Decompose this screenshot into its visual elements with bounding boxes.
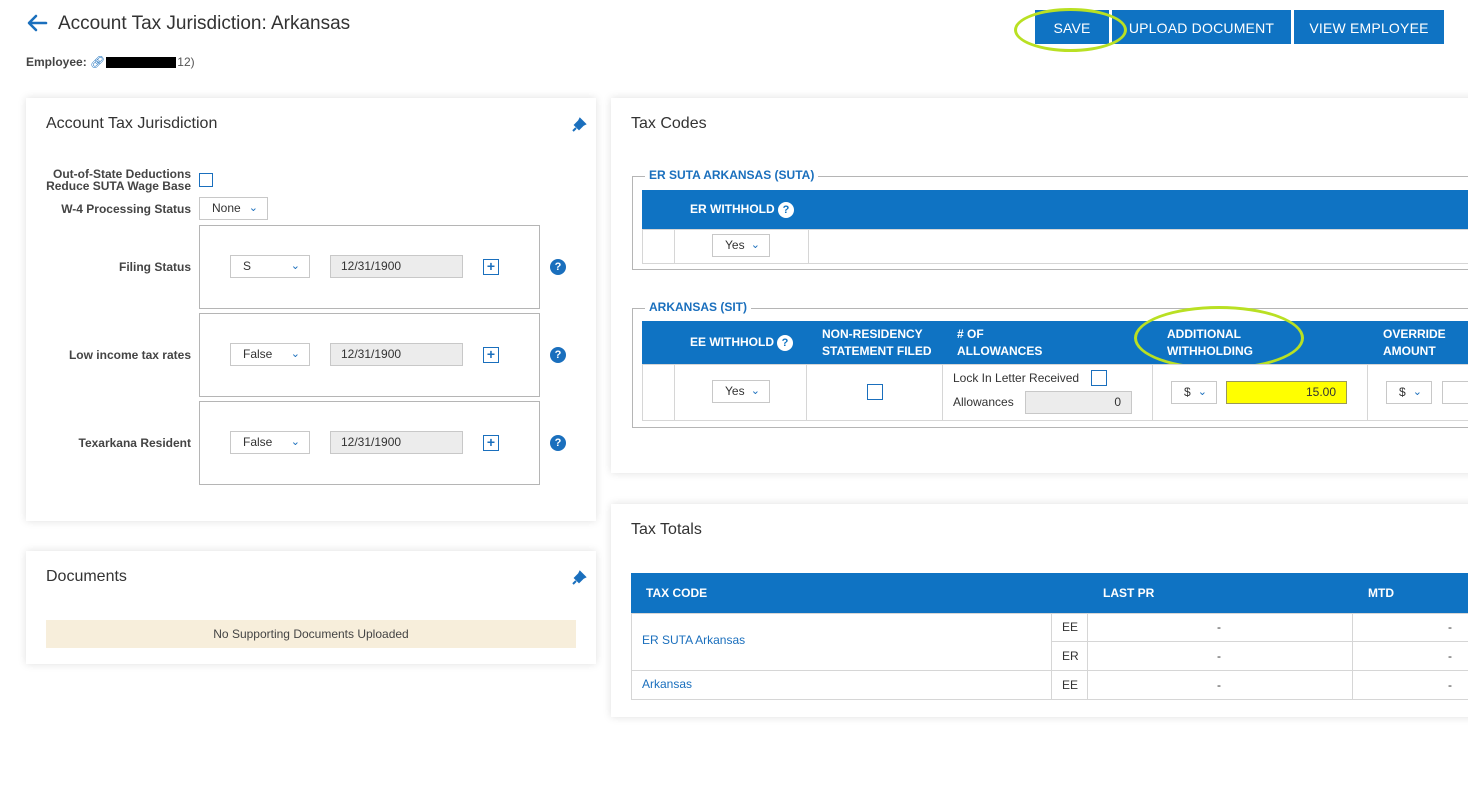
no-documents-notice: No Supporting Documents Uploaded (46, 620, 576, 648)
ee-withhold-select[interactable]: Yes ⌄ (712, 380, 770, 403)
chevron-down-icon: ⌄ (290, 348, 300, 360)
tax-code-link[interactable]: Arkansas (642, 677, 692, 691)
tax-code-link[interactable]: ER SUTA Arkansas (642, 633, 745, 647)
additional-withholding-input[interactable]: 15.00 (1226, 381, 1347, 404)
redacted-employee-name (106, 57, 177, 69)
mtd-value: - (1448, 649, 1452, 663)
add-icon[interactable]: + (483, 347, 499, 363)
link-icon: 🔗︎ (90, 55, 106, 69)
tax-totals-body (631, 613, 1468, 700)
help-icon[interactable]: ? (550, 347, 566, 363)
help-icon[interactable]: ? (550, 259, 566, 275)
totals-divider (1051, 613, 1052, 700)
help-icon[interactable]: ? (778, 202, 794, 218)
filing-status-date[interactable]: 12/31/1900 (330, 255, 463, 278)
filing-status-label: Filing Status (119, 260, 191, 274)
totals-divider (631, 670, 1468, 671)
chevron-down-icon: ⌄ (1197, 386, 1207, 398)
last-pr-value: - (1217, 649, 1221, 663)
mtd-value: - (1448, 678, 1452, 692)
save-button[interactable]: SAVE (1035, 10, 1109, 44)
tax-code-column-header: TAX CODE (646, 586, 708, 600)
help-icon[interactable]: ? (777, 335, 793, 351)
lock-in-letter-checkbox[interactable] (1091, 370, 1107, 386)
mtd-column-header: MTD (1368, 586, 1394, 600)
chevron-down-icon: ⌄ (290, 260, 300, 272)
allowances-label: Allowances (953, 395, 1014, 409)
chevron-down-icon: ⌄ (750, 239, 760, 251)
row-type: EE (1062, 620, 1079, 634)
sit-row-divider (806, 364, 807, 421)
sit-row-divider (942, 364, 943, 421)
out-of-state-checkbox[interactable] (199, 173, 213, 187)
back-arrow-icon[interactable] (26, 11, 48, 35)
documents-title: Documents (46, 568, 127, 585)
low-income-select[interactable]: False ⌄ (230, 343, 310, 366)
lock-in-letter-label: Lock In Letter Received (953, 371, 1080, 385)
add-icon[interactable]: + (483, 435, 499, 451)
collapse-icon[interactable] (570, 569, 588, 587)
upload-document-button[interactable]: UPLOAD DOCUMENT (1112, 10, 1291, 44)
suta-row-divider (674, 229, 675, 264)
out-of-state-label: Out-of-State Deductions Reduce SUTA Wage… (46, 167, 191, 193)
w4-status-label: W-4 Processing Status (61, 202, 191, 216)
filing-status-select[interactable]: S ⌄ (230, 255, 310, 278)
chevron-down-icon: ⌄ (248, 202, 258, 214)
sit-row-divider (1367, 364, 1368, 421)
totals-divider (1352, 613, 1353, 700)
sit-row-divider (1152, 364, 1153, 421)
override-type-select[interactable]: $ ⌄ (1386, 381, 1432, 404)
row-type: ER (1062, 649, 1079, 663)
totals-divider (1087, 613, 1088, 700)
chevron-down-icon: ⌄ (290, 436, 300, 448)
view-employee-button[interactable]: VIEW EMPLOYEE (1294, 10, 1444, 44)
tax-totals-title: Tax Totals (631, 521, 702, 538)
additional-withholding-header: ADDITIONAL WITHHOLDING (1167, 327, 1253, 358)
account-panel-title: Account Tax Jurisdiction (46, 115, 218, 132)
last-pr-column-header: LAST PR (1103, 586, 1155, 600)
er-withhold-select[interactable]: Yes ⌄ (712, 234, 770, 257)
low-income-label: Low income tax rates (68, 348, 191, 362)
chevron-down-icon: ⌄ (1412, 386, 1422, 398)
texarkana-select[interactable]: False ⌄ (230, 431, 310, 454)
employee-line: Employee: 🔗︎ 12) (26, 55, 195, 69)
row-type: EE (1062, 678, 1079, 692)
employee-label: Employee: (26, 55, 87, 69)
totals-divider (1051, 641, 1468, 642)
override-amount-header: OVERRIDE AMOUNT (1383, 327, 1446, 358)
sit-row-divider (674, 364, 675, 421)
chevron-down-icon: ⌄ (750, 385, 760, 397)
non-residency-header: NON-RESIDENCY STATEMENT FILED (822, 327, 932, 358)
override-amount-input[interactable] (1442, 381, 1468, 404)
tax-codes-title: Tax Codes (631, 115, 707, 132)
w4-status-select[interactable]: None ⌄ (199, 197, 268, 220)
allowances-input[interactable]: 0 (1025, 391, 1132, 414)
additional-type-select[interactable]: $ ⌄ (1171, 381, 1217, 404)
suta-row-divider (808, 229, 809, 264)
last-pr-value: - (1217, 678, 1221, 692)
last-pr-value: - (1217, 620, 1221, 634)
page-title: Account Tax Jurisdiction: Arkansas (58, 13, 351, 34)
texarkana-label: Texarkana Resident (78, 436, 192, 450)
er-withhold-header: ER WITHHOLD (690, 202, 775, 216)
collapse-icon[interactable] (570, 116, 588, 134)
ee-withhold-header: EE WITHHOLD (690, 335, 774, 349)
non-residency-checkbox[interactable] (867, 384, 883, 400)
add-icon[interactable]: + (483, 259, 499, 275)
low-income-date[interactable]: 12/31/1900 (330, 343, 463, 366)
mtd-value: - (1448, 620, 1452, 634)
sit-legend: ARKANSAS (SIT) (645, 300, 751, 314)
help-icon[interactable]: ? (550, 435, 566, 451)
employee-suffix: 12) (177, 55, 195, 69)
texarkana-date[interactable]: 12/31/1900 (330, 431, 463, 454)
suta-legend: ER SUTA ARKANSAS (SUTA) (645, 168, 819, 182)
tax-totals-header (631, 573, 1468, 613)
allowances-header: # OF ALLOWANCES (957, 327, 1043, 358)
